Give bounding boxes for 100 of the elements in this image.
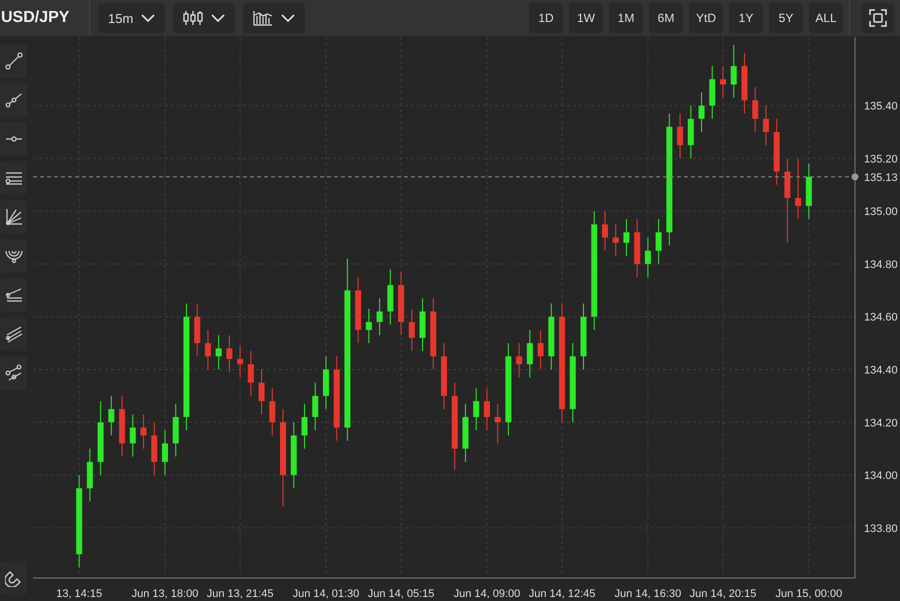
ray-tool[interactable] [0,83,27,117]
pitchfork-tool[interactable] [0,317,27,351]
range-button[interactable]: 1D [529,3,563,33]
candlestick [290,422,297,489]
area-chart-icon [253,10,274,26]
ray-line-icon [4,91,22,109]
trend-line-icon [4,52,22,70]
range-button[interactable]: 6M [649,3,683,33]
fan-tool[interactable] [0,200,27,234]
price-dot [852,173,858,180]
candlestick [752,86,758,132]
candlestick [151,422,158,476]
candlestick [366,308,372,344]
candlestick [602,210,608,252]
candlestick [140,414,147,450]
candlestick [162,430,168,476]
magnet-icon [4,569,22,587]
candlestick [462,403,468,462]
candlestick [634,218,640,278]
candlestick [312,382,318,431]
candlestick [441,342,447,410]
candlestick [644,237,651,278]
candlestick [795,158,802,220]
candlestick [494,403,501,444]
x-axis-label: Jun 13, 21:45 [206,588,274,600]
y-axis-label: 133.80 [864,522,898,535]
price-label: 135.13 [864,172,898,184]
candlestick [216,334,222,370]
candlestick [484,388,490,431]
chevron-icon [281,14,296,22]
candlestick [580,303,586,370]
candlestick [376,298,383,336]
symbol-title: USD/JPY [0,9,70,27]
range-button[interactable]: 5Y [769,3,803,33]
range-button[interactable]: YtD [689,3,723,33]
candlestick [408,308,415,352]
candlestick [226,334,232,373]
x-axis-label: Jun 14, 05:15 [368,588,434,600]
trend-line-tool[interactable] [0,44,27,78]
candlestick [172,403,179,458]
candlestick [806,163,812,220]
candlestick [302,403,308,450]
x-axis-label: Jun 14, 09:00 [454,588,520,600]
y-axis-label: 135.00 [864,206,898,218]
x-axis-label: Jun 14, 01:30 [292,588,360,600]
fullscreen-icon [869,9,887,27]
candlestick [612,224,619,257]
x-axis-label: 13, 14:15 [56,588,102,600]
candlestick [322,356,329,410]
candlestick [762,105,769,146]
candlestick [248,350,254,396]
candlestick [473,388,480,431]
arc-tool[interactable] [0,239,27,273]
magnet-tool[interactable] [0,561,27,595]
range-button[interactable]: ALL [809,3,843,33]
candlestick [526,329,533,378]
chevron-icon [141,14,156,22]
y-axis-label: 135.20 [864,153,898,166]
parallel-lines-tool[interactable] [0,161,27,195]
chart-type-dropdown[interactable] [173,3,236,33]
x-axis-label: Jun 13, 18:00 [132,588,198,600]
fullscreen-button[interactable] [862,3,894,33]
y-axis-label: 134.00 [864,470,898,482]
candlestick [709,66,716,120]
candlestick [86,448,93,502]
candlestick [237,345,244,378]
horizontal-line-tool[interactable] [0,122,27,156]
candlestick [774,118,780,186]
x-axis-label: Jun 14, 12:45 [528,588,596,600]
candlestick [623,218,630,257]
candlestick [194,303,200,357]
x-axis-label: Jun 14, 20:15 [690,588,756,600]
candlestick [656,218,662,264]
diagonal-lines-icon [4,325,22,343]
x-axis-label: Jun 15, 00:00 [776,588,842,600]
chevron-icon [211,14,226,22]
candlestick [258,369,265,415]
y-axis-label: 134.80 [864,258,898,271]
range-button[interactable]: 1M [609,3,643,33]
candlestick [698,92,705,132]
candlestick [548,303,554,370]
range-button[interactable]: 1Y [729,3,763,33]
candlestick [688,105,694,159]
candlestick [204,329,211,370]
candlestick [538,329,544,370]
range-button[interactable]: 1W [569,3,603,33]
candlestick [516,342,522,378]
two-segments-icon [4,364,22,382]
candlestick [741,52,748,114]
channel-lines-icon [4,286,22,304]
candlestick [119,395,126,458]
y-axis-label: 134.60 [864,312,898,324]
candlestick-icon [183,10,204,26]
interval-dropdown[interactable]: 15m [98,3,166,33]
candlestick [720,66,726,98]
indicators-dropdown[interactable] [243,3,306,33]
channel-tool[interactable] [0,278,27,312]
measure-tool[interactable] [0,356,27,390]
fan-lines-icon [4,208,22,226]
x-axis-label: Jun 14, 16:30 [614,588,682,600]
